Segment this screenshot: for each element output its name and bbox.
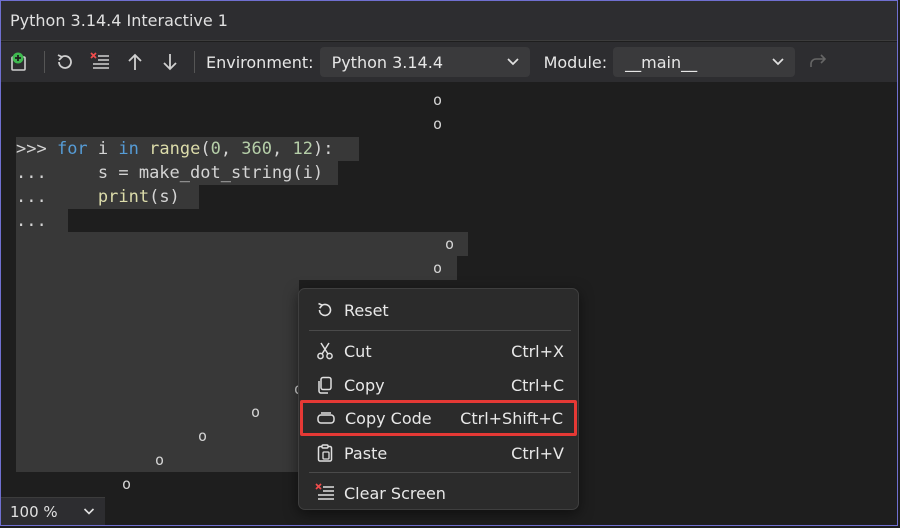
punctuation: ): [312,139,334,159]
menu-item-shortcut: Ctrl+X [511,341,564,361]
code-line: ... [16,209,47,233]
code-text: s = make_dot_string(i) [97,163,324,183]
toolbar: Environment: Python 3.14.4 Module: __mai… [1,42,897,82]
selection-block [16,426,221,450]
toolbar-separator [44,51,45,73]
reset-icon[interactable] [52,49,78,75]
menu-item-shortcut: Ctrl+Shift+C [460,408,563,428]
code-line: ... s = make_dot_string(i) [16,161,323,185]
environment-value: Python 3.14.4 [331,52,443,72]
menu-item-cut[interactable]: Cut Ctrl+X [302,335,575,367]
paste-icon [314,442,336,464]
menu-item-reset[interactable]: Reset [302,294,575,326]
prompt: ... [16,211,47,231]
punctuation: ( [200,139,211,159]
module-value: __main__ [625,52,698,72]
menu-separator [309,330,571,331]
prompt: ... [16,163,98,183]
menu-item-label: Clear Screen [344,483,446,503]
menu-item-copy[interactable]: Copy Ctrl+C [302,369,575,401]
menu-separator [309,472,571,473]
output-dot: o [445,235,455,253]
chevron-down-icon [83,508,95,515]
prompt: ... [16,187,98,207]
zoom-select[interactable]: 100 % [1,497,105,525]
output-dot: o [433,115,443,133]
code-text: (s) [149,187,180,207]
menu-item-label: Copy Code [345,408,432,428]
zoom-value: 100 % [10,502,58,521]
history-down-icon[interactable] [157,49,183,75]
number: 12 [292,139,313,159]
output-dot: o [433,91,443,109]
module-select[interactable]: __main__ [613,47,796,77]
output-dot: o [155,451,165,469]
number: 360 [241,139,273,159]
new-environment-icon[interactable] [7,49,33,75]
clear-screen-icon [314,482,336,504]
menu-item-paste[interactable]: Paste Ctrl+V [302,437,575,469]
copy-code-icon [315,407,337,429]
scissors-icon [314,340,336,362]
prompt: >>> [16,139,57,159]
function-name: range [149,139,201,159]
menu-item-shortcut: Ctrl+C [510,375,564,395]
clear-screen-icon[interactable] [87,49,113,75]
punctuation: , [220,139,242,159]
module-label: Module: [543,52,608,72]
selection-block [16,448,166,472]
chevron-down-icon [772,58,784,66]
environment-select[interactable]: Python 3.14.4 [319,47,530,77]
output-dot: o [122,475,132,493]
output-dot: o [433,259,443,277]
keyword: in [118,139,139,159]
menu-item-label: Cut [344,341,372,361]
menu-item-label: Paste [344,443,388,463]
output-dot: o [198,427,208,445]
selection-block [16,256,457,280]
selection-block [16,232,468,256]
chevron-down-icon [506,58,519,66]
menu-item-clear-screen[interactable]: Clear Screen [302,477,575,509]
toolbar-separator [194,51,195,73]
menu-item-copy-code[interactable]: Copy Code Ctrl+Shift+C [300,400,577,436]
environment-label: Environment: [206,52,314,72]
history-up-icon[interactable] [122,49,148,75]
menu-item-label: Copy [344,375,385,395]
identifier: i [87,139,119,159]
reset-icon [314,299,336,321]
window-title: Python 3.14.4 Interactive 1 [10,11,228,30]
menu-item-label: Reset [344,300,389,320]
number: 0 [210,139,221,159]
context-menu: Reset Cut Ctrl+X Copy Ctrl+C Copy Code C… [298,288,579,510]
copy-icon [314,374,336,396]
code-line: >>> for i in range(0, 360, 12): [16,137,333,161]
redo-icon[interactable] [805,49,831,75]
keyword: for [56,139,88,159]
function-name: print [97,187,150,207]
menu-item-shortcut: Ctrl+V [511,443,564,463]
title-bar: Python 3.14.4 Interactive 1 [1,1,897,41]
punctuation: , [272,139,293,159]
output-dot: o [251,403,261,421]
code-line: ... print(s) [16,185,180,209]
